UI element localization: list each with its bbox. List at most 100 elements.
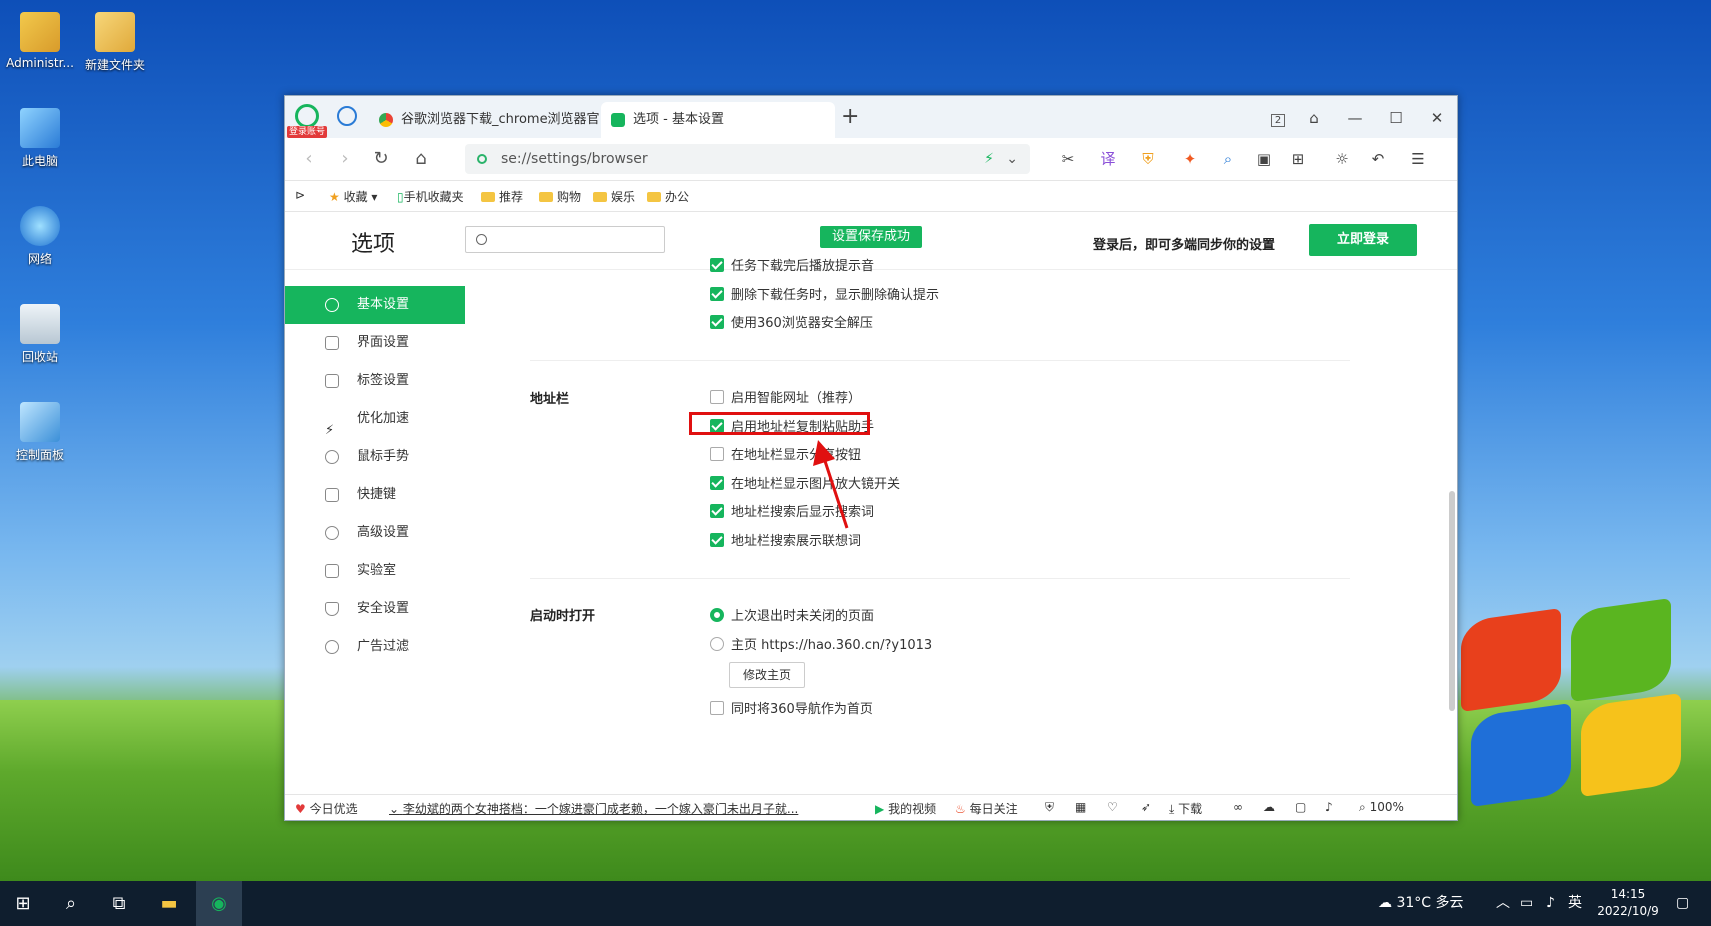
apps-grid-icon[interactable]: ⊞ (1285, 148, 1311, 170)
tab-count-button[interactable]: 2 (1263, 106, 1293, 130)
navigation-arrow-icon[interactable] (337, 106, 357, 126)
bookmark-favorites[interactable]: ★ 收藏 ▾ (329, 188, 377, 205)
address-bar[interactable]: se://settings/browser ⚡ ⌄ (465, 144, 1030, 174)
option-restore-last[interactable]: 上次退出时未关闭的页面 (710, 605, 874, 624)
close-button[interactable]: ✕ (1422, 106, 1452, 130)
bookmark-shopping[interactable]: 购物 (539, 188, 581, 205)
my-video[interactable]: ▶ 我的视频 (875, 800, 936, 817)
skin-icon[interactable]: ⌂ (1299, 106, 1329, 130)
clock[interactable]: 14:15 2022/10/9 (1588, 886, 1668, 920)
checkbox[interactable] (710, 533, 724, 547)
search-magnifier-icon[interactable]: ⌕ (1215, 148, 1241, 170)
bookmark-office[interactable]: 办公 (647, 188, 689, 205)
desktop-icon-new-folder[interactable]: 新建文件夹 (75, 12, 155, 73)
shield-icon[interactable]: ⛨ (1135, 148, 1161, 170)
weather-widget[interactable]: ☁ 31°C 多云 (1378, 881, 1464, 926)
network-icon[interactable]: ▭ (1520, 881, 1533, 926)
option-smart-url[interactable]: 启用智能网址（推荐） (710, 387, 861, 406)
option-download-sound[interactable]: 任务下载完后播放提示音 (710, 255, 874, 274)
glasses-icon[interactable]: ∞ (1233, 800, 1243, 814)
login-badge[interactable]: 登录账号 (287, 126, 328, 138)
news-link[interactable]: ⌄ 李幼斌的两个女神搭档：一个嫁进豪门成老赖，一个嫁入豪门未出月子就... (389, 800, 798, 817)
radio-button[interactable] (710, 608, 724, 622)
sidebar-item-basic[interactable]: 基本设置 (285, 286, 465, 324)
sidebar-item-adblock[interactable]: 广告过滤 (285, 628, 465, 666)
desktop-icon-control-panel[interactable]: 控制面板 (0, 402, 80, 463)
zoom-level[interactable]: ⌕ 100% (1359, 800, 1404, 815)
sidebar-item-mouse-gesture[interactable]: 鼠标手势 (285, 438, 465, 476)
menu-icon[interactable]: ☰ (1405, 148, 1431, 170)
translate-icon[interactable]: 译 (1095, 148, 1121, 170)
tray-chevron-icon[interactable]: ︿ (1496, 881, 1510, 926)
option-image-magnifier[interactable]: 在地址栏显示图片放大镜开关 (710, 473, 900, 492)
maximize-button[interactable]: ☐ (1381, 106, 1411, 130)
checkbox[interactable] (710, 476, 724, 490)
window-icon[interactable]: ▢ (1295, 800, 1306, 814)
browser-logo-icon[interactable] (295, 104, 319, 128)
brightness-icon[interactable]: ☼ (1329, 148, 1355, 170)
checkbox[interactable] (710, 287, 724, 301)
daily-focus[interactable]: ♨ 每日关注 (955, 800, 1018, 817)
today-picks[interactable]: ♥ 今日优选 (295, 800, 358, 817)
image-icon[interactable]: ▦ (1075, 800, 1086, 814)
sidebar-item-tabs[interactable]: 标签设置 (285, 362, 465, 400)
volume-icon[interactable]: ♪ (1325, 800, 1333, 814)
sidebar-item-lab[interactable]: 实验室 (285, 552, 465, 590)
home-button[interactable]: ⌂ (407, 146, 435, 172)
sidebar-toggle-icon[interactable]: ⊳ (295, 188, 305, 202)
start-button[interactable]: ⊞ (0, 881, 46, 926)
radio-button[interactable] (710, 637, 724, 651)
volume-icon[interactable]: ♪ (1546, 881, 1555, 926)
game-icon[interactable]: ✦ (1177, 148, 1203, 170)
search-icon[interactable]: ⌕ (48, 881, 94, 926)
minimize-button[interactable]: — (1340, 106, 1370, 130)
option-safe-unzip[interactable]: 使用360浏览器安全解压 (710, 312, 873, 331)
desktop-icon-network[interactable]: 网络 (0, 206, 80, 267)
tab-settings[interactable]: 选项 - 基本设置 (601, 102, 835, 138)
cloud-icon[interactable]: ☁ (1263, 800, 1275, 814)
bookmark-entertainment[interactable]: 娱乐 (593, 188, 635, 205)
undo-icon[interactable]: ↶ (1365, 148, 1391, 170)
checkbox[interactable] (710, 701, 724, 715)
option-home-page[interactable]: 主页 https://hao.360.cn/?y1013 (710, 634, 932, 653)
bookmark-recommend[interactable]: 推荐 (481, 188, 523, 205)
checkbox[interactable] (710, 315, 724, 329)
shield-status-icon[interactable]: ⛨ (1045, 800, 1054, 815)
desktop-icon-recycle-bin[interactable]: 回收站 (0, 304, 80, 365)
back-button[interactable]: ‹ (295, 146, 323, 172)
modify-home-button[interactable]: 修改主页 (729, 662, 805, 688)
option-show-search-words[interactable]: 地址栏搜索后显示搜索词 (710, 501, 874, 520)
reload-button[interactable]: ↻ (367, 146, 395, 172)
tab-chrome-download[interactable]: 谷歌浏览器下载_chrome浏览器官 (369, 102, 623, 138)
sidebar-item-interface[interactable]: 界面设置 (285, 324, 465, 362)
option-delete-confirm[interactable]: 删除下载任务时，显示删除确认提示 (710, 284, 939, 303)
sidebar-item-shortcuts[interactable]: 快捷键 (285, 476, 465, 514)
health-icon[interactable]: ♡ (1107, 800, 1118, 814)
task-view-icon[interactable]: ⧉ (96, 881, 142, 926)
ime-indicator[interactable]: 英 (1568, 881, 1582, 926)
reader-icon[interactable]: ▣ (1251, 148, 1277, 170)
notification-icon[interactable]: ▢ (1676, 881, 1689, 926)
sidebar-item-security[interactable]: 安全设置 (285, 590, 465, 628)
desktop-icon-administrator[interactable]: Administr... (0, 12, 80, 70)
scissors-icon[interactable]: ✂ (1055, 148, 1081, 170)
checkbox[interactable] (710, 258, 724, 272)
new-tab-button[interactable]: + (841, 104, 859, 129)
browser-taskbar-icon[interactable]: ◉ (196, 881, 242, 926)
file-explorer-icon[interactable]: ▬ (146, 881, 192, 926)
bookmark-mobile[interactable]: ▯手机收藏夹 (397, 188, 464, 205)
option-nav-as-home[interactable]: 同时将360导航作为首页 (710, 698, 873, 717)
checkbox[interactable] (710, 447, 724, 461)
checkbox[interactable] (710, 504, 724, 518)
desktop-icon-this-pc[interactable]: 此电脑 (0, 108, 80, 169)
scrollbar[interactable] (1449, 491, 1455, 711)
lightning-icon[interactable]: ⚡ (984, 144, 994, 174)
rocket-icon[interactable]: ➶ (1141, 800, 1151, 814)
sidebar-item-advanced[interactable]: 高级设置 (285, 514, 465, 552)
forward-button[interactable]: › (331, 146, 359, 172)
sidebar-item-optimize[interactable]: ⚡ 优化加速 (285, 400, 465, 438)
option-show-suggestions[interactable]: 地址栏搜索展示联想词 (710, 530, 861, 549)
checkbox[interactable] (710, 390, 724, 404)
chevron-down-icon[interactable]: ⌄ (1006, 144, 1018, 174)
option-share-button[interactable]: 在地址栏显示分享按钮 (710, 444, 861, 463)
